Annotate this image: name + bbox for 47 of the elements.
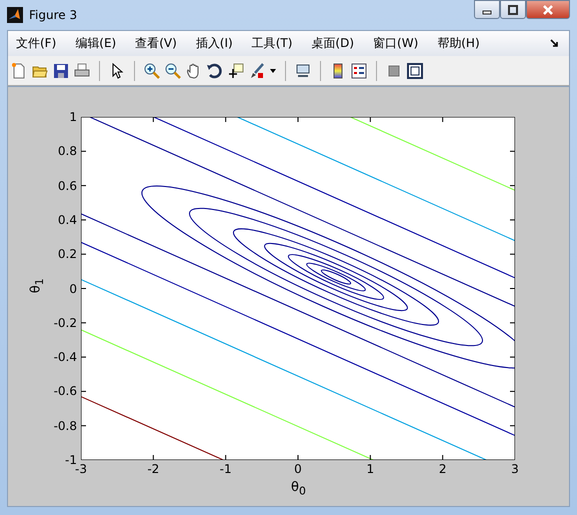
y-tick-label: -0.6: [54, 384, 77, 398]
print-icon[interactable]: [74, 62, 90, 78]
x-tick-label: -2: [147, 462, 160, 476]
rotate-3d-icon[interactable]: [207, 62, 223, 78]
menu-item[interactable]: 查看(V): [135, 35, 177, 52]
save-icon[interactable]: [53, 62, 69, 78]
y-tick-label: -1: [65, 453, 77, 467]
dock-arrow-icon[interactable]: [550, 39, 559, 48]
data-cursor-icon[interactable]: [228, 62, 244, 78]
zoom-in-icon[interactable]: [144, 62, 160, 78]
x-tick-label: -3: [75, 462, 87, 476]
caret-icon[interactable]: [270, 68, 276, 72]
y-tick-label: 0.2: [58, 247, 77, 262]
new-file-icon[interactable]: [11, 62, 27, 78]
window-title: Figure 3: [29, 8, 78, 22]
x-tick-label: -1: [220, 462, 232, 476]
x-tick-label: 1: [366, 462, 374, 476]
menu-item[interactable]: 桌面(D): [311, 35, 354, 52]
menu-item[interactable]: 工具(T): [252, 35, 292, 52]
y-tick-label: 0.6: [58, 178, 77, 193]
y-tick-label: -0.2: [54, 316, 77, 330]
menu-item[interactable]: 文件(F): [16, 35, 56, 52]
y-tick-label: 0: [69, 282, 77, 296]
menu-item[interactable]: 插入(I): [196, 35, 233, 52]
x-tick-label: 2: [438, 462, 446, 476]
x-axis-label: θ$_{0}$: [291, 480, 306, 498]
x-tick-label: 0: [294, 462, 302, 476]
menu-item[interactable]: 窗口(W): [373, 35, 418, 52]
minimize-button[interactable]: [474, 0, 500, 19]
x-tick-label: 3: [511, 462, 519, 476]
close-button[interactable]: [526, 0, 570, 19]
y-tick-label: 0.4: [58, 212, 77, 227]
y-tick-label: 0.8: [58, 144, 77, 158]
menu-item[interactable]: 编辑(E): [75, 35, 116, 52]
menu-item[interactable]: 帮助(H): [437, 35, 480, 52]
maximize-button[interactable]: [500, 0, 526, 19]
app-icon: [7, 7, 23, 23]
y-tick-label: -0.8: [54, 418, 77, 433]
y-tick-label: 1: [69, 110, 77, 124]
plot-tools-icon[interactable]: [407, 62, 423, 78]
legend-icon[interactable]: [351, 62, 367, 78]
close-icon: [543, 4, 553, 14]
maximize-icon: [508, 4, 518, 14]
zoom-out-icon[interactable]: [165, 62, 181, 78]
square-icon[interactable]: [386, 62, 402, 78]
y-tick-label: -0.4: [54, 350, 77, 364]
brush-icon[interactable]: [249, 62, 265, 78]
